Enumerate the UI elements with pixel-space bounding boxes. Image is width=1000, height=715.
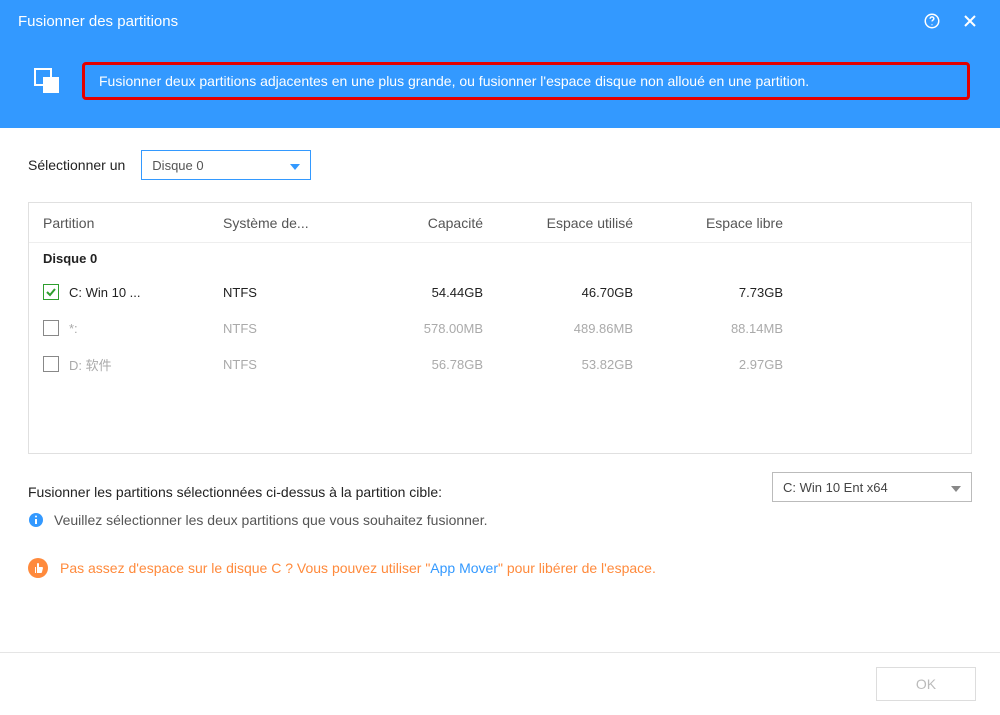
table-row: *: NTFS 578.00MB 489.86MB 88.14MB — [29, 310, 971, 346]
checkbox-icon — [43, 320, 59, 336]
cell-partition: D: 软件 — [69, 355, 112, 374]
target-partition-selector[interactable]: C: Win 10 Ent x64 — [772, 472, 972, 502]
window-title: Fusionner des partitions — [18, 13, 906, 30]
cell-filesystem: NTFS — [223, 357, 373, 372]
disk-selector-row: Sélectionner un Disque 0 — [28, 150, 972, 180]
banner: Fusionner deux partitions adjacentes en … — [0, 42, 1000, 128]
cell-free: 7.73GB — [653, 285, 803, 300]
cell-partition: *: — [69, 321, 78, 336]
table-header: Partition Système de... Capacité Espace … — [29, 203, 971, 243]
warning-line: Pas assez d'espace sur le disque C ? Vou… — [28, 558, 972, 578]
col-capacity: Capacité — [373, 215, 503, 231]
help-icon[interactable] — [920, 9, 944, 33]
cell-capacity: 54.44GB — [373, 285, 503, 300]
footer: OK — [0, 652, 1000, 715]
thumbs-up-icon — [28, 558, 48, 578]
table-row[interactable]: C: Win 10 ... NTFS 54.44GB 46.70GB 7.73G… — [29, 274, 971, 310]
app-mover-link[interactable]: App Mover — [430, 560, 498, 576]
close-icon[interactable] — [958, 9, 982, 33]
info-text: Veuillez sélectionner les deux partition… — [54, 512, 488, 528]
checkbox-icon — [43, 356, 59, 372]
cell-used: 46.70GB — [503, 285, 653, 300]
ok-button[interactable]: OK — [876, 667, 976, 701]
titlebar: Fusionner des partitions — [0, 0, 1000, 42]
cell-capacity: 578.00MB — [373, 321, 503, 336]
col-used: Espace utilisé — [503, 215, 653, 231]
chevron-down-icon — [290, 158, 300, 173]
info-icon — [28, 512, 44, 528]
col-filesystem: Système de... — [223, 215, 373, 231]
table-row: D: 软件 NTFS 56.78GB 53.82GB 2.97GB — [29, 346, 971, 382]
merge-partitions-icon — [30, 64, 64, 98]
cell-free: 2.97GB — [653, 357, 803, 372]
col-partition: Partition — [43, 215, 223, 231]
cell-filesystem: NTFS — [223, 321, 373, 336]
cell-free: 88.14MB — [653, 321, 803, 336]
table-body: Disque 0 C: Win 10 ... NTFS 54.44GB 46.7… — [29, 243, 971, 453]
cell-capacity: 56.78GB — [373, 357, 503, 372]
cell-partition: C: Win 10 ... — [69, 285, 141, 300]
info-line: Veuillez sélectionner les deux partition… — [28, 512, 488, 528]
cell-used: 489.86MB — [503, 321, 653, 336]
target-partition-value: C: Win 10 Ent x64 — [783, 480, 888, 495]
warning-text: Pas assez d'espace sur le disque C ? Vou… — [60, 560, 656, 576]
target-label: Fusionner les partitions sélectionnées c… — [28, 484, 488, 500]
checkbox-icon[interactable] — [43, 284, 59, 300]
cell-used: 53.82GB — [503, 357, 653, 372]
col-free: Espace libre — [653, 215, 803, 231]
chevron-down-icon — [951, 480, 961, 495]
disk-selector-value: Disque 0 — [152, 158, 203, 173]
table-group: Disque 0 — [29, 243, 971, 274]
partition-table: Partition Système de... Capacité Espace … — [28, 202, 972, 454]
banner-description: Fusionner deux partitions adjacentes en … — [82, 62, 970, 100]
disk-selector[interactable]: Disque 0 — [141, 150, 311, 180]
target-row: Fusionner les partitions sélectionnées c… — [28, 472, 972, 528]
disk-selector-label: Sélectionner un — [28, 157, 125, 173]
cell-filesystem: NTFS — [223, 285, 373, 300]
